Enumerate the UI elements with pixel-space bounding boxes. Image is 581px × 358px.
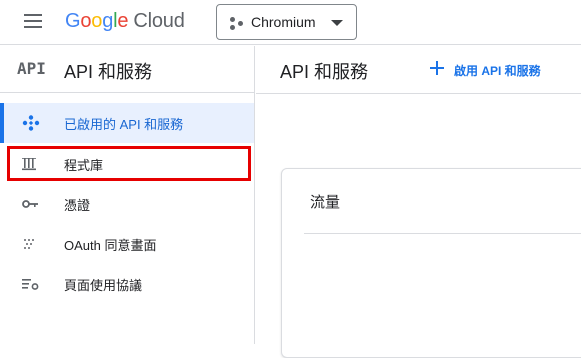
- enable-apis-label: 啟用 API 和服務: [454, 64, 541, 78]
- sidebar-item-library[interactable]: 程式庫: [0, 144, 254, 184]
- library-icon: [22, 156, 40, 172]
- card-title: 流量: [310, 194, 341, 211]
- api-diamond-icon: [22, 115, 40, 131]
- key-icon: [22, 196, 40, 212]
- card-divider: [304, 233, 581, 234]
- settings-list-icon: [22, 276, 40, 292]
- sidebar-item-label: 程式庫: [64, 158, 104, 173]
- project-picker-button[interactable]: Chromium: [216, 4, 357, 40]
- project-dots-icon: [230, 17, 244, 30]
- google-cloud-logo[interactable]: Google Cloud: [65, 10, 185, 33]
- google-wordmark: Google: [65, 10, 129, 32]
- api-logo-icon: API: [17, 59, 46, 78]
- sidebar-item-label: 頁面使用協議: [64, 278, 143, 293]
- traffic-card: 流量: [281, 168, 581, 358]
- sidebar-item-label: OAuth 同意畫面: [64, 238, 157, 253]
- sidebar-item-label: 憑證: [64, 198, 91, 213]
- oauth-dots-icon: [22, 236, 40, 252]
- page-title: API 和服務: [280, 62, 369, 82]
- sidebar-item-label: 已啟用的 API 和服務: [64, 117, 184, 132]
- hamburger-menu-icon[interactable]: [24, 13, 44, 29]
- cloud-wordmark: Cloud: [133, 10, 185, 32]
- sidebar-header: API API 和服務: [0, 46, 255, 93]
- sidebar-item-oauth-consent[interactable]: OAuth 同意畫面: [0, 224, 254, 264]
- sidebar-title: API 和服務: [64, 62, 153, 82]
- chevron-down-icon: [331, 20, 343, 26]
- top-app-bar: Google Cloud Chromium: [0, 0, 581, 45]
- project-name: Chromium: [251, 14, 316, 30]
- sidebar: API API 和服務 已啟用的 API 和服務 程式庫 憑證 OAuth 同意…: [0, 46, 255, 344]
- plus-icon: [430, 61, 444, 75]
- sidebar-item-enabled-apis[interactable]: 已啟用的 API 和服務: [0, 103, 254, 143]
- sidebar-item-credentials[interactable]: 憑證: [0, 184, 254, 224]
- main-header: API 和服務 啟用 API 和服務: [256, 46, 581, 94]
- sidebar-item-page-usage-agreements[interactable]: 頁面使用協議: [0, 264, 254, 304]
